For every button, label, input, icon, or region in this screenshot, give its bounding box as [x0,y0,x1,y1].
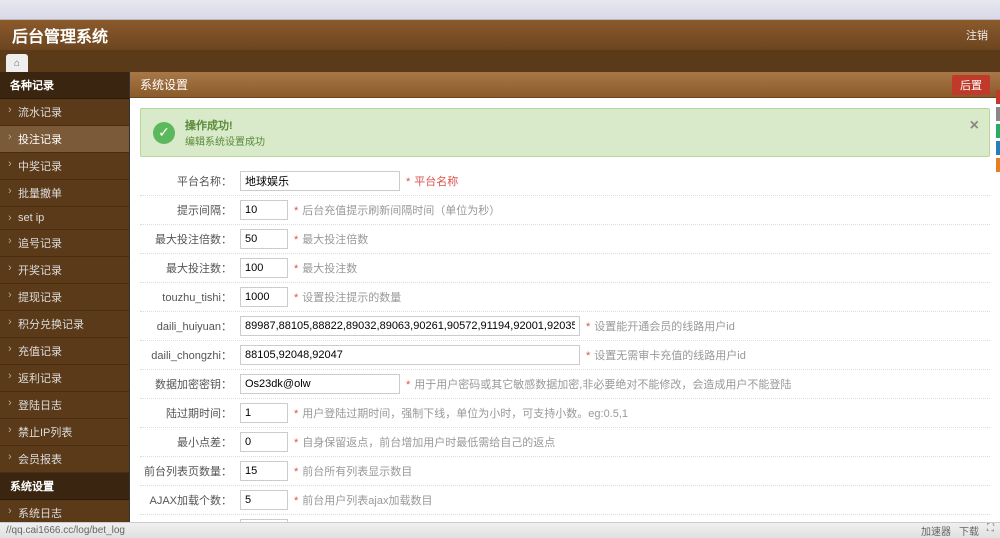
form-label: 前台列表页数量： [140,463,240,479]
form-help: *最大投注倍数 [294,231,368,247]
form-help: *设置无需审卡充值的线路用户id [586,347,746,363]
form-input[interactable] [240,171,400,191]
form-help: *用户登陆过期时间，强制下线，单位为小时，可支持小数。eg:0.5,1 [294,405,628,421]
form-input[interactable] [240,316,580,336]
sidebar-group: 各种记录 [0,72,129,99]
alert-message: 编辑系统设置成功 [185,133,265,148]
sidebar-item[interactable]: 禁止IP列表 [0,419,129,446]
sidebar: 各种记录流水记录投注记录中奖记录批量撤单set ip追号记录开奖记录提现记录积分… [0,72,130,526]
home-icon: ⌂ [14,58,20,69]
form-label: touzhu_tishi： [140,289,240,305]
form-help: *设置投注提示的数量 [294,289,401,305]
sidebar-item[interactable]: 提现记录 [0,284,129,311]
form-row: 平台名称： *平台名称 [140,167,990,196]
sidebar-item[interactable]: set ip [0,207,129,230]
form-label: 最大投注倍数： [140,231,240,247]
status-url: //qq.cai1666.cc/log/bet_log [6,525,125,536]
app-title: 后台管理系统 [12,23,108,47]
form-row: 前台列表页数量： *前台所有列表显示数目 [140,457,990,486]
sidebar-group: 系统设置 [0,473,129,500]
strip-item[interactable] [996,124,1000,138]
tabs-bar: ⌂ [0,50,1000,72]
form-input[interactable] [240,287,288,307]
form-help: *前台所有列表显示数目 [294,463,412,479]
sidebar-item[interactable]: 投注记录 [0,126,129,153]
form-help: *前台用户列表ajax加载数目 [294,492,432,508]
sidebar-item[interactable]: 会员报表 [0,446,129,473]
form-label: 平台名称： [140,173,240,189]
form-input[interactable] [240,345,580,365]
form-label: 陆过期时间： [140,405,240,421]
form-label: daili_chongzhi： [140,347,240,363]
form-input[interactable] [240,490,288,510]
form-help: *最大投注数 [294,260,357,276]
content-panel: 系统设置 后置 ✓ 操作成功! 编辑系统设置成功 × 平台名称： *平台名称提示间… [130,72,1000,526]
status-download[interactable]: 下载 [959,523,979,538]
form-row: daili_huiyuan： *设置能开通会员的线路用户id [140,312,990,341]
form-row: 提示间隔： *后台充值提示刷新间隔时间（单位为秒） [140,196,990,225]
form-input[interactable] [240,374,400,394]
form-help: *设置能开通会员的线路用户id [586,318,735,334]
form-label: daili_huiyuan： [140,318,240,334]
app-header: 后台管理系统 注销 [0,20,1000,50]
form-row: 最大投注数： *最大投注数 [140,254,990,283]
sidebar-item[interactable]: 追号记录 [0,230,129,257]
form-row: AJAX加载个数： *前台用户列表ajax加载数目 [140,486,990,515]
config-button[interactable]: 后置 [952,75,990,95]
browser-chrome [0,0,1000,20]
strip-item[interactable] [996,141,1000,155]
form-input[interactable] [240,258,288,278]
form-help: *用于用户密码或其它敏感数据加密,非必要绝对不能修改，会造成用户不能登陆 [406,376,791,392]
form-help: *后台充值提示刷新间隔时间（单位为秒） [294,202,500,218]
form-row: daili_chongzhi： *设置无需审卡充值的线路用户id [140,341,990,370]
success-alert: ✓ 操作成功! 编辑系统设置成功 × [140,108,990,157]
form-help: *平台名称 [406,173,458,189]
sidebar-item[interactable]: 积分兑换记录 [0,311,129,338]
panel-title: 系统设置 [140,76,188,93]
main-container: 各种记录流水记录投注记录中奖记录批量撤单set ip追号记录开奖记录提现记录积分… [0,72,1000,526]
form-input[interactable] [240,432,288,452]
alert-title: 操作成功! [185,117,265,133]
sidebar-item[interactable]: 返利记录 [0,365,129,392]
close-icon[interactable]: × [970,117,979,135]
logout-link[interactable]: 注销 [966,27,988,43]
sidebar-item[interactable]: 登陆日志 [0,392,129,419]
sidebar-item[interactable]: 开奖记录 [0,257,129,284]
home-tab[interactable]: ⌂ [6,54,28,72]
color-strip [996,90,1000,172]
form-help: *自身保留返点，前台增加用户时最低需给自己的返点 [294,434,555,450]
form-label: 最大投注数： [140,260,240,276]
sidebar-item[interactable]: 充值记录 [0,338,129,365]
check-icon: ✓ [153,122,175,144]
settings-form: 平台名称： *平台名称提示间隔： *后台充值提示刷新间隔时间（单位为秒） 最大投注倍数… [140,167,990,526]
form-row: 数据加密密钥： *用于用户密码或其它敏感数据加密,非必要绝对不能修改，会造成用户不… [140,370,990,399]
strip-item[interactable] [996,107,1000,121]
form-label: 最小点差： [140,434,240,450]
panel-body: ✓ 操作成功! 编辑系统设置成功 × 平台名称： *平台名称提示间隔： *后台充值提… [130,98,1000,526]
form-input[interactable] [240,403,288,423]
strip-item[interactable] [996,158,1000,172]
strip-item[interactable] [996,90,1000,104]
alert-text: 操作成功! 编辑系统设置成功 [185,117,265,148]
status-right: 加速器 下载 ⛶ [921,523,994,538]
panel-header: 系统设置 后置 [130,72,1000,98]
sidebar-item[interactable]: 中奖记录 [0,153,129,180]
form-row: touzhu_tishi： *设置投注提示的数量 [140,283,990,312]
expand-icon[interactable]: ⛶ [987,523,994,538]
form-row: 最大投注倍数： *最大投注倍数 [140,225,990,254]
status-bar: //qq.cai1666.cc/log/bet_log 加速器 下载 ⛶ [0,522,1000,538]
form-row: 陆过期时间： *用户登陆过期时间，强制下线，单位为小时，可支持小数。eg:0.5,… [140,399,990,428]
form-input[interactable] [240,200,288,220]
status-accel[interactable]: 加速器 [921,523,951,538]
sidebar-item[interactable]: 批量撤单 [0,180,129,207]
sidebar-item[interactable]: 流水记录 [0,99,129,126]
form-label: 数据加密密钥： [140,376,240,392]
form-label: 提示间隔： [140,202,240,218]
form-label: AJAX加载个数： [140,492,240,508]
form-input[interactable] [240,229,288,249]
form-input[interactable] [240,461,288,481]
form-row: 最小点差： *自身保留返点，前台增加用户时最低需给自己的返点 [140,428,990,457]
